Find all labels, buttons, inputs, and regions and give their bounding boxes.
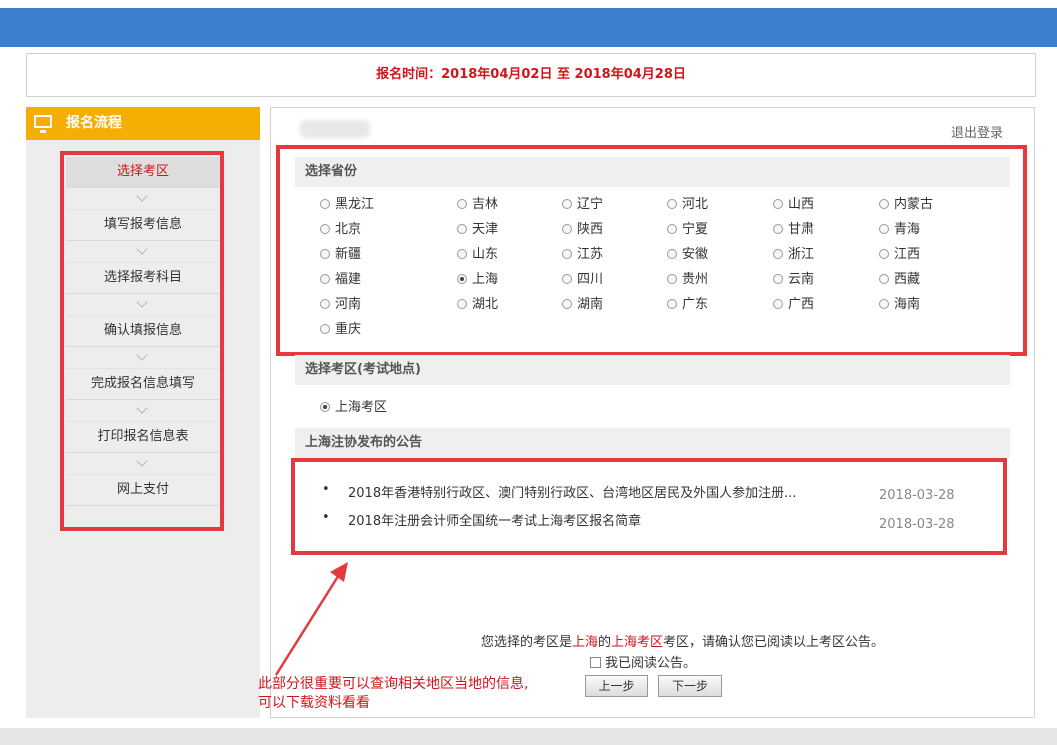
registration-time-label: 报名时间：	[376, 67, 442, 82]
radio-selected-icon[interactable]	[320, 402, 330, 412]
annotation-note: 此部分很重要可以查询相关地区当地的信息, 可以下载资料看看	[258, 675, 588, 713]
confirm-zone: 上海考区	[611, 635, 664, 650]
top-banner-bar	[0, 8, 1057, 47]
annotation-line-1: 此部分很重要可以查询相关地区当地的信息,	[258, 676, 529, 692]
registration-time-banner: 报名时间：2018年04月02日 至 2018年04月28日	[26, 53, 1036, 97]
sidebar-title: 报名流程	[66, 115, 122, 131]
annotation-line-2: 可以下载资料看看	[258, 695, 370, 711]
confirm-province: 上海	[571, 635, 598, 650]
annotation-arrow-icon	[274, 562, 348, 676]
exam-zone-label: 上海考区	[335, 400, 388, 415]
top-banner	[0, 0, 1057, 47]
confirm-message: 您选择的考区是上海的上海考区考区，请确认您已阅读以上考区公告。	[270, 631, 1035, 650]
confirm-prefix: 您选择的考区是	[480, 635, 572, 650]
blurred-username	[300, 120, 370, 138]
next-step-button[interactable]: 下一步	[658, 675, 722, 697]
monitor-icon	[34, 115, 52, 133]
prev-step-button[interactable]: 上一步	[585, 675, 648, 697]
notice-section-header: 上海注协发布的公告	[295, 428, 1010, 458]
exam-zone-option[interactable]: 上海考区	[320, 396, 387, 415]
registration-time-value: 2018年04月02日 至 2018年04月28日	[441, 67, 686, 82]
confirm-suffix: 考区，请确认您已阅读以上考区公告。	[663, 635, 885, 650]
exam-zone-section-header: 选择考区(考试地点)	[295, 355, 1010, 385]
annotation-box-notices	[291, 458, 1007, 555]
read-notice-label: 我已阅读公告。	[605, 656, 697, 671]
checkbox-icon[interactable]	[590, 657, 601, 668]
sidebar-header: 报名流程	[26, 107, 260, 140]
annotation-box-steps	[60, 151, 224, 531]
read-notice-checkbox[interactable]: 我已阅读公告。	[590, 652, 696, 671]
logout-link[interactable]: 退出登录	[951, 122, 1003, 141]
confirm-mid: 的	[597, 635, 611, 650]
footer-strip	[0, 728, 1057, 745]
annotation-box-provinces	[276, 145, 1027, 356]
